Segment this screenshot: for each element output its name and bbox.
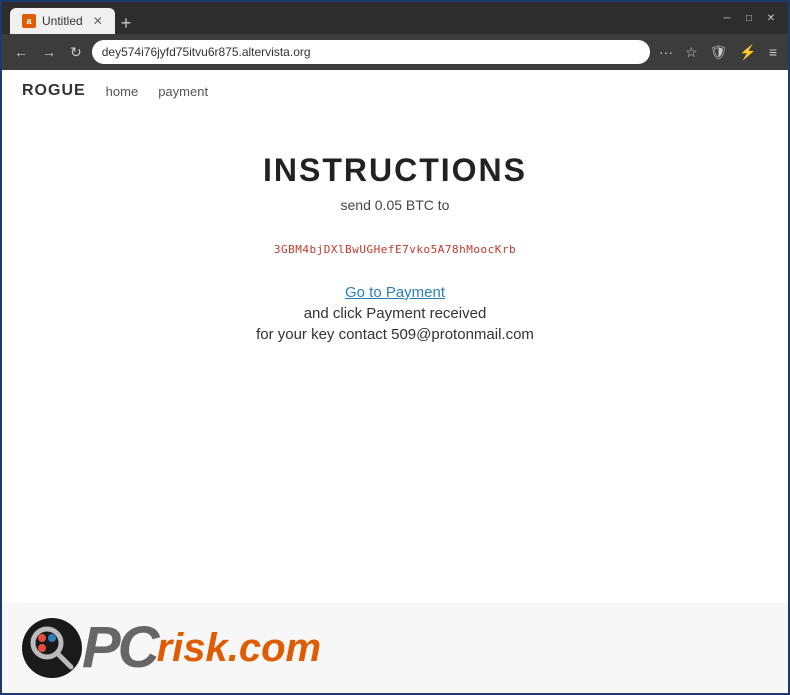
shield-icon[interactable]: 🛡 bbox=[707, 42, 731, 63]
maximize-button[interactable]: □ bbox=[740, 9, 758, 27]
btc-address: 3GBM4bjDXlBwUGHefE7vko5A78hMoocKrb bbox=[274, 243, 516, 256]
logo-risk-text: risk.com bbox=[157, 628, 322, 668]
page-title: INSTRUCTIONS bbox=[263, 152, 527, 189]
forward-button[interactable]: → bbox=[38, 42, 60, 62]
tab-close-button[interactable]: ✕ bbox=[93, 14, 103, 28]
lightning-icon[interactable]: ⚡ bbox=[736, 42, 759, 63]
tab-area: a Untitled ✕ + bbox=[10, 2, 718, 34]
logo-icon bbox=[22, 618, 82, 678]
reload-button[interactable]: ↻ bbox=[66, 42, 86, 63]
browser-content: ROGUE home payment INSTRUCTIONS send 0.0… bbox=[2, 70, 788, 693]
browser-window: a Untitled ✕ + ─ □ ✕ ← → ↻ ··· ☆ 🛡 ⚡ ≡ R… bbox=[0, 0, 790, 695]
nav-link-home[interactable]: home bbox=[106, 84, 139, 99]
logo-pc-text: PC bbox=[82, 619, 157, 677]
window-controls: ─ □ ✕ bbox=[718, 9, 780, 27]
address-bar: ← → ↻ ··· ☆ 🛡 ⚡ ≡ bbox=[2, 34, 788, 70]
nav-brand: ROGUE bbox=[22, 82, 86, 100]
tab-favicon: a bbox=[22, 14, 36, 28]
active-tab[interactable]: a Untitled ✕ bbox=[10, 8, 115, 34]
close-button[interactable]: ✕ bbox=[762, 9, 780, 27]
title-bar: a Untitled ✕ + ─ □ ✕ bbox=[2, 2, 788, 34]
menu-icon[interactable]: ≡ bbox=[766, 42, 780, 62]
star-icon[interactable]: ☆ bbox=[682, 42, 701, 63]
contact-text: for your key contact 509@protonmail.com bbox=[256, 326, 534, 343]
subtitle-text: send 0.05 BTC to bbox=[341, 197, 450, 213]
pcrisk-logo: PC risk.com bbox=[22, 618, 321, 678]
back-button[interactable]: ← bbox=[10, 42, 32, 62]
payment-link[interactable]: Go to Payment bbox=[345, 284, 445, 301]
address-input[interactable] bbox=[92, 40, 650, 64]
watermark-area: PC risk.com bbox=[2, 603, 788, 693]
new-tab-button[interactable]: + bbox=[115, 13, 138, 34]
main-content: INSTRUCTIONS send 0.05 BTC to 3GBM4bjDXl… bbox=[2, 112, 788, 603]
payment-received-text: and click Payment received bbox=[304, 305, 487, 322]
site-nav: ROGUE home payment bbox=[2, 70, 788, 112]
more-icon[interactable]: ··· bbox=[656, 42, 676, 62]
minimize-button[interactable]: ─ bbox=[718, 9, 736, 27]
tab-title: Untitled bbox=[42, 14, 83, 28]
toolbar-icons: ··· ☆ 🛡 ⚡ ≡ bbox=[656, 42, 780, 63]
nav-link-payment[interactable]: payment bbox=[158, 84, 208, 99]
